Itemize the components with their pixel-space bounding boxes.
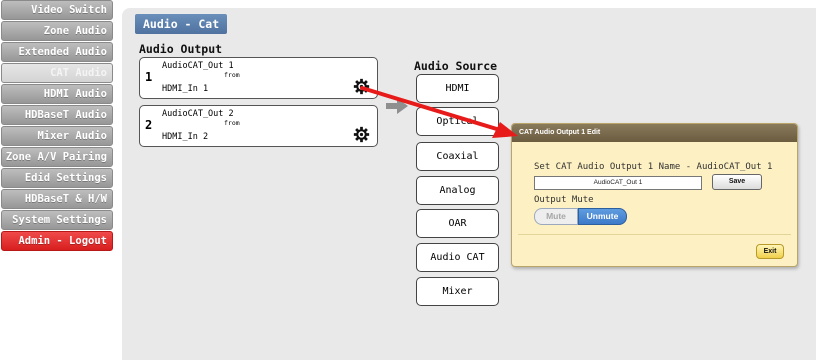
save-button[interactable]: Save	[712, 174, 762, 190]
output-from-label: from	[224, 119, 240, 127]
audio-source-heading: Audio Source	[414, 59, 498, 73]
sidebar-item-zone-av-pairing[interactable]: Zone A/V Pairing	[1, 147, 113, 167]
source-button-analog[interactable]: Analog	[416, 176, 499, 205]
dialog-title: CAT Audio Output 1 Edit	[512, 124, 797, 142]
output-source: HDMI_In 1	[162, 84, 209, 94]
source-button-coaxial[interactable]: Coaxial	[416, 142, 499, 171]
output-name-label: Set CAT Audio Output 1 Name - AudioCAT_O…	[534, 162, 773, 172]
page-title: Audio - Cat	[135, 14, 228, 34]
sidebar-item-extended-audio[interactable]: Extended Audio	[1, 42, 113, 62]
output-mute-heading: Output Mute	[534, 195, 594, 205]
red-pointer-arrow-icon	[360, 86, 518, 138]
source-button-audio-cat[interactable]: Audio CAT	[416, 243, 499, 272]
unmute-option[interactable]: Unmute	[578, 208, 627, 225]
audio-output-1-card[interactable]: 1 AudioCAT_Out 1 from HDMI_In 1	[139, 57, 378, 99]
output-number: 2	[145, 118, 153, 132]
sidebar-item-cat-audio[interactable]: CAT Audio	[1, 63, 113, 83]
audio-output-2-card[interactable]: 2 AudioCAT_Out 2 from HDMI_In 2	[139, 105, 378, 147]
mute-option[interactable]: Mute	[534, 208, 578, 225]
sidebar-item-mixer-audio[interactable]: Mixer Audio	[1, 126, 113, 146]
sidebar-item-hdbaset-audio[interactable]: HDBaseT Audio	[1, 105, 113, 125]
sidebar-item-video-switch[interactable]: Video Switch	[1, 0, 113, 20]
exit-button[interactable]: Exit	[756, 244, 784, 259]
sidebar-item-system-settings[interactable]: System Settings	[1, 210, 113, 230]
sidebar-nav: Video Switch Zone Audio Extended Audio C…	[0, 0, 114, 252]
audio-output-heading: Audio Output	[139, 42, 223, 56]
output-from-label: from	[224, 71, 240, 79]
output-mute-toggle: Mute Unmute	[534, 208, 627, 225]
sidebar-item-zone-audio[interactable]: Zone Audio	[1, 21, 113, 41]
sidebar-item-edid-settings[interactable]: Edid Settings	[1, 168, 113, 188]
output-number: 1	[145, 70, 153, 84]
output-edit-dialog: CAT Audio Output 1 Edit Set CAT Audio Ou…	[511, 123, 798, 267]
source-button-oar[interactable]: OAR	[416, 209, 499, 238]
dialog-divider	[518, 234, 791, 235]
source-button-mixer[interactable]: Mixer	[416, 277, 499, 306]
output-source: HDMI_In 2	[162, 132, 209, 142]
sidebar-item-admin-logout[interactable]: Admin - Logout	[1, 231, 113, 251]
sidebar-item-hdbaset-hw[interactable]: HDBaseT & H/W	[1, 189, 113, 209]
output-name-input[interactable]: AudioCAT_Out 1	[534, 176, 702, 190]
output-name: AudioCAT_Out 1	[162, 61, 234, 71]
output-name: AudioCAT_Out 2	[162, 109, 234, 119]
sidebar-item-hdmi-audio[interactable]: HDMI Audio	[1, 84, 113, 104]
